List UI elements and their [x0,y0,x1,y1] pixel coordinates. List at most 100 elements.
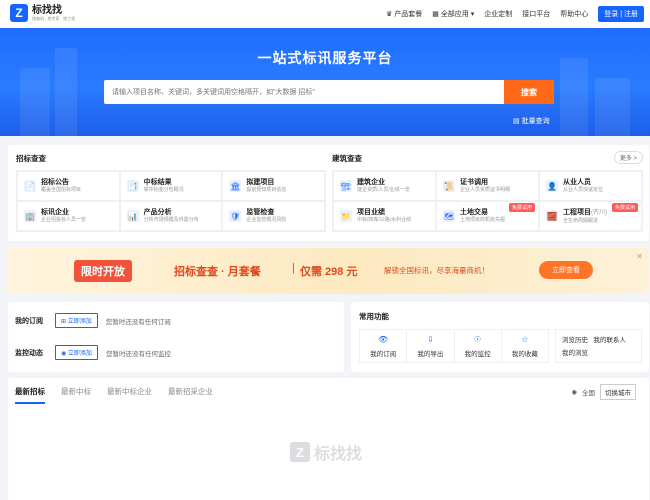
search-bar: 搜索 [104,80,554,104]
construction-item-certificates[interactable]: 📜 证书调用 企业人员资质证书明细 [436,171,539,201]
free-trial-badge: 免费试用 [508,203,535,212]
crown-icon: ♛ [386,11,393,18]
empty-monitor-message: 您暂时还没有任何监控 [105,350,171,358]
map-icon: 🗺 [443,210,455,222]
folder-icon: 📁 [340,210,352,222]
plus-icon: ⊞ [61,319,67,325]
construction-section-title: 建筑查查 [332,154,362,163]
nav-product-package[interactable]: ♛ 产品套餐 [386,9,422,19]
more-button[interactable]: 更多 > [613,151,643,164]
login-register-button[interactable]: 登录 | 注册 [598,6,644,22]
tab-latest-awards[interactable]: 最新中标 [61,386,91,404]
watermark-text: 标找找 [314,446,363,463]
eye-icon: ◉ [61,351,67,357]
services-panel: 招标查查 建筑查查 更多 > 📄 招标公告 覆盖全国招标项目 📑 中标结果 掌中标金分包… [8,145,649,241]
subscriptions-panel: 我的订阅 ⊞ 立即添加 您暂时还没有任何订阅 监控动态 ◉ 立即添加 您暂时还没… [8,302,344,372]
certificate-icon: 📜 [443,180,455,192]
history-box: 浏览历史 我的联系人 我的浏览 [555,329,642,363]
eye-icon: 👁 [378,334,389,344]
logo-slogan: 找商机 · 找专家 · 找工程 [32,15,76,21]
tab-latest-procurement-companies[interactable]: 最新招采企业 [168,386,213,404]
construction-item-land[interactable]: 🗺 土地交易 土地项目商机抢先掘 免费试用 [436,201,539,231]
caret-down-icon: ▾ [470,11,475,18]
promo-badge: 限时开放 [74,260,132,282]
company-icon: 🏢 [24,210,36,222]
logo-icon: Z [290,442,310,462]
logo[interactable]: Z 标找找 找商机 · 找专家 · 找工程 [10,4,75,22]
brick-icon: 🧱 [546,210,558,222]
listing-tabs: 最新招标 最新中标 最新中标企业 最新招采企业 [15,386,213,404]
function-my-monitors[interactable]: ☉ 我的监控 [455,330,502,362]
construction-grid: 🏗 建筑企业 建企资质/人员/业绩一览 📜 证书调用 企业人员资质证书明细 👤 从业人员从… [332,170,643,232]
add-monitor-button[interactable]: ◉ 立即添加 [55,345,98,360]
star-icon: ☆ [521,334,529,344]
nav-enterprise-custom[interactable]: 企业定制 [484,9,512,19]
city-selector: ◉ 全国 切换城市 [571,384,636,400]
bidding-grid: 📄 招标公告 覆盖全国招标项目 📑 中标结果 掌中标金分包概况 🏛 拟建项目 提前预知项目信… [16,170,326,232]
promo-title: 招标查查 · 月套餐 [174,266,261,278]
nav-help-center[interactable]: 帮助中心 [560,9,588,19]
promo-banner[interactable]: 限时开放 招标查查 · 月套餐 | 仅需 298 元 解锁全国标讯，尽享海量商机… [8,248,649,294]
promo-view-button[interactable]: 立即查看 [539,261,593,279]
grid-icon: ▦ [432,11,439,18]
award-icon: 📑 [126,180,139,192]
subscription-label: 我的订阅 [15,317,43,325]
function-my-favorites[interactable]: ☆ 我的收藏 [502,330,548,362]
nav-all-apps[interactable]: ▦ 全部应用 ▾ [432,9,474,19]
hero-banner: 一站式标讯服务平台 搜索 ▤ 批量查询 [0,28,650,136]
batch-query-link[interactable]: ▤ 批量查询 [513,116,550,126]
promo-description: 解锁全国标讯，尽享海量商机！ [384,266,489,275]
construction-item-personnel[interactable]: 👤 从业人员 从业人员快速定位 [539,171,642,201]
person-icon: 👤 [546,180,558,192]
bidding-item-announcement[interactable]: 📄 招标公告 覆盖全国招标项目 [17,171,120,201]
building-decoration [560,58,588,136]
document-icon: 📄 [24,180,36,192]
list-icon: ▤ [513,118,520,125]
common-functions-title: 常用功能 [359,312,389,321]
location-icon: ◉ [571,389,577,396]
switch-city-button[interactable]: 切换城市 [600,384,636,400]
monitor-icon: ☉ [474,334,482,344]
monitor-label: 监控动态 [15,349,43,357]
promo-price: 仅需 298 元 [300,266,358,278]
bidding-item-result[interactable]: 📑 中标结果 掌中标金分包概况 [119,171,223,201]
subscription-row: 我的订阅 ⊞ 立即添加 您暂时还没有任何订阅 [15,313,171,328]
bidding-item-analysis[interactable]: 📊 产品分析 分析市场规模及供需分布 [119,201,223,231]
search-button[interactable]: 搜索 [504,80,554,104]
function-grid: 👁 我的订阅 ⇩ 我的导出 ☉ 我的监控 ☆ 我的收藏 [359,329,549,363]
search-input[interactable] [104,80,504,104]
function-my-exports[interactable]: ⇩ 我的导出 [407,330,455,362]
logo-name: 标找找 [32,4,62,16]
add-subscription-button[interactable]: ⊞ 立即添加 [55,313,98,328]
building-icon: 🏛 [229,180,242,192]
construction-item-performance[interactable]: 📁 项目业绩 中标/四库/公路/水利业绩 [333,201,436,231]
bidding-item-proposed[interactable]: 🏛 拟建项目 提前预知项目信息 [222,171,325,201]
building-decoration [20,68,50,136]
construction-item-projects[interactable]: 🧱 工程项目(齐川) 全生命周期跟进 免费试用 [539,201,642,231]
tab-latest-bids[interactable]: 最新招标 [15,386,45,404]
tab-latest-award-companies[interactable]: 最新中标企业 [107,386,152,404]
monitor-row: 监控动态 ◉ 立即添加 您暂时还没有任何监控 [15,345,171,360]
chart-icon: 📊 [126,210,139,222]
bidding-section-title: 招标查查 [16,154,46,163]
free-trial-badge: 免费试用 [611,203,638,212]
construction-item-companies[interactable]: 🏗 建筑企业 建企资质/人员/业绩一览 [333,171,436,201]
download-icon: ⇩ [427,334,434,344]
nav-menu: ♛ 产品套餐 ▦ 全部应用 ▾ 企业定制 接口平台 帮助中心 登录 | 注册 [386,6,644,22]
logo-icon: Z [10,4,28,22]
my-views-link[interactable]: 我的浏览 [562,350,588,357]
top-navbar: Z 标找找 找商机 · 找专家 · 找工程 ♛ 产品套餐 ▦ 全部应用 ▾ 企业… [0,0,650,28]
hero-title: 一站式标讯服务平台 [257,50,393,66]
shield-icon: 🛡 [229,210,242,222]
current-region: 全国 [582,390,595,397]
my-contacts-link[interactable]: 我的联系人 [593,337,626,344]
close-icon[interactable]: ✕ [636,252,643,261]
bidding-item-companies[interactable]: 🏢 标讯企业 企业招投标人员一览 [17,201,120,231]
bidding-item-inspection[interactable]: 🛡 监管检查 企业监管概况风险 [222,201,325,231]
empty-subscription-message: 您暂时还没有任何订阅 [105,318,171,326]
browse-history-link[interactable]: 浏览历史 [562,337,588,344]
building-decoration [595,78,630,136]
building-icon: 🏗 [340,180,352,192]
function-my-subscriptions[interactable]: 👁 我的订阅 [360,330,408,362]
nav-api-platform[interactable]: 接口平台 [522,9,550,19]
